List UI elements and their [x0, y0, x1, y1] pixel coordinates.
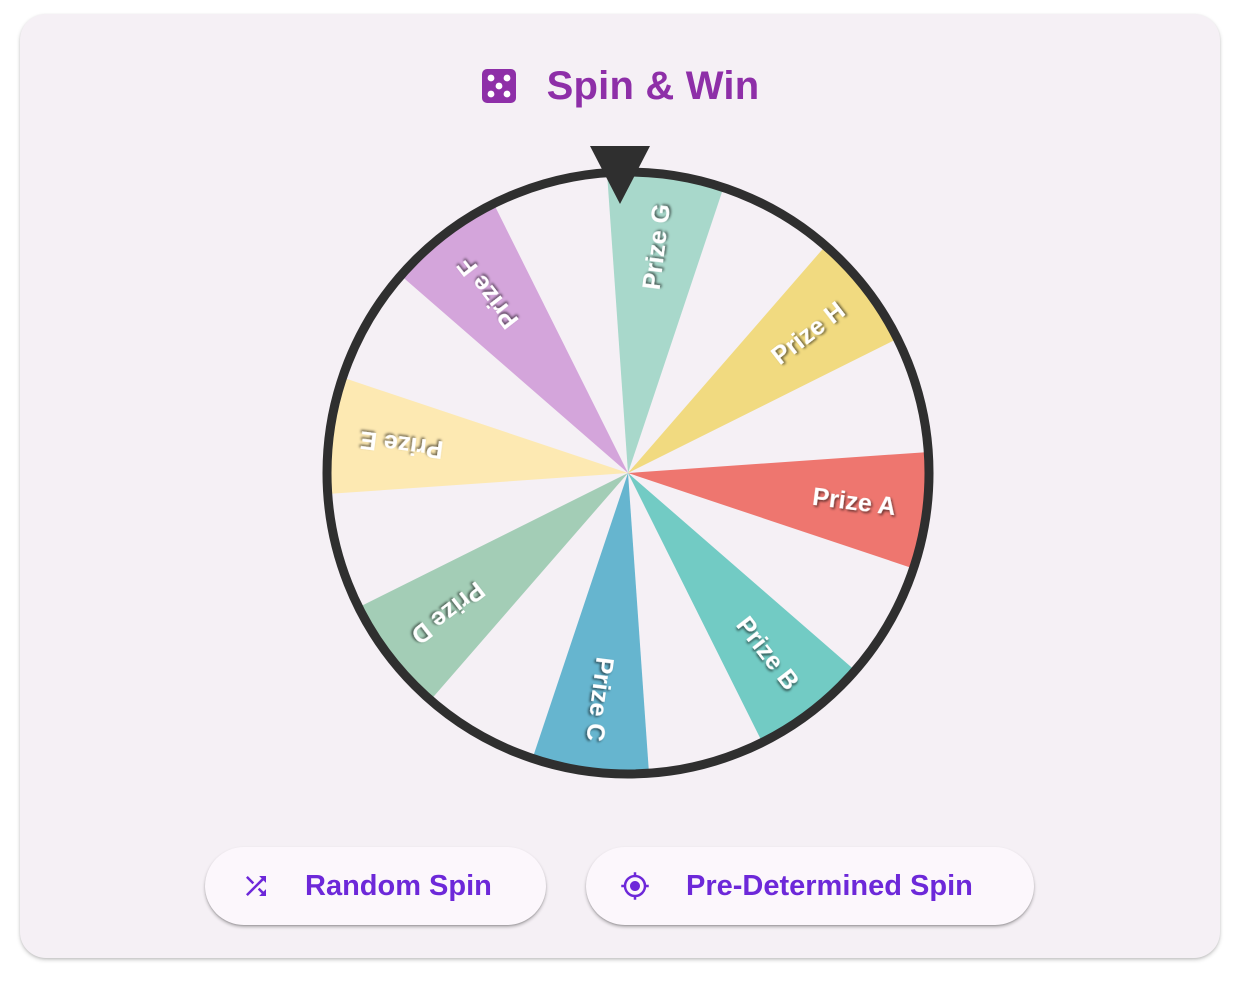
page-title: Spin & Win: [546, 64, 760, 108]
dice-icon: [481, 69, 516, 103]
prize-wheel: Prize APrize BPrize CPrize DPrize EPrize…: [322, 146, 934, 779]
header: Spin & Win: [20, 62, 1220, 110]
random-spin-label: Random Spin: [305, 869, 492, 902]
predetermined-spin-button[interactable]: Pre-Determined Spin: [586, 847, 1034, 925]
shuffle-icon: [246, 876, 266, 896]
crosshair-icon: [621, 872, 649, 900]
spin-win-card: Spin & Win Prize A Prize B Prize C Prize DP…: [20, 14, 1220, 958]
random-spin-button[interactable]: Random Spin: [205, 847, 546, 925]
predetermined-spin-label: Pre-Determined Spin: [686, 869, 973, 902]
